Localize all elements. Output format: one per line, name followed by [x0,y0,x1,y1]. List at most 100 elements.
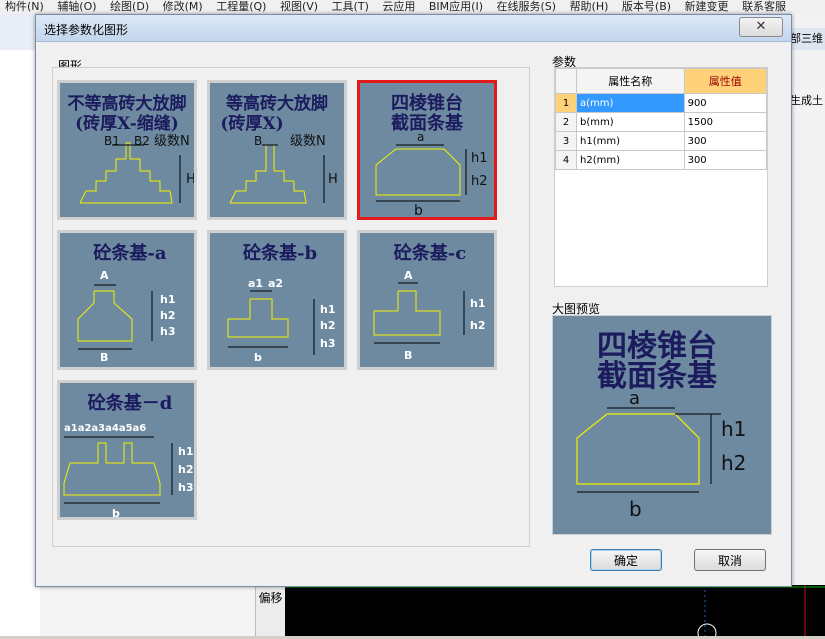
dialog-titlebar: 选择参数化图形 ✕ [36,15,791,42]
row-number: 1 [555,93,577,113]
menu-item[interactable]: 构件(N) [0,0,49,14]
dim-label: B2 [134,134,150,148]
cad-graphics [285,585,825,639]
menu-item[interactable]: 视图(V) [275,0,323,14]
param-name: h2(mm) [576,150,685,170]
app-menubar: 构件(N) 辅轴(O) 绘图(D) 修改(M) 工程量(Q) 视图(V) 工具(… [0,0,825,15]
menu-item[interactable]: BIM应用(I) [424,0,488,14]
tile-title: 不等高砖大放脚 [68,93,187,114]
dim-label: A [404,269,413,282]
param-name: h1(mm) [576,131,685,151]
table-row[interactable]: 1 a(mm) 900 [555,93,768,113]
dim-label: B1 [104,134,120,148]
params-grid[interactable]: 属性名称 属性值 1 a(mm) 900 2 b(mm) 1500 3 h1(m… [554,67,768,287]
large-preview: 四棱锥台 截面条基 a h1 h2 b [552,315,772,535]
dim-label: H [328,172,338,187]
dim-label: 级数N [154,134,190,149]
dim-label: h2 [160,309,176,322]
ok-button[interactable]: 确定 [590,549,662,571]
dim-label: h2 [471,174,488,189]
menu-item[interactable]: 新建变更 [680,0,734,14]
dim-label: B [254,134,262,148]
tile-title: 砼条基－d [88,392,173,414]
dim-label: B [404,349,412,362]
menu-item[interactable]: 工程量(Q) [211,0,271,14]
dim-label: b [112,507,120,520]
param-value[interactable]: 300 [683,150,768,170]
shape-tile-concrete-a[interactable]: 砼条基-a A h1 h2 h3 B [57,230,197,370]
tile-subtitle: (砖厚X-缩缝) [75,113,179,134]
param-value[interactable]: 300 [683,131,768,151]
dim-label: a [417,130,424,144]
dim-label: h1 [471,151,488,166]
row-number: 4 [555,150,577,170]
tile-title: 砼条基-b [243,242,317,264]
preview-dim-label: a [629,388,640,409]
menu-item[interactable]: 辅轴(O) [52,0,101,14]
menu-item[interactable]: 云应用 [377,0,420,14]
header-property-name: 属性名称 [576,68,685,94]
shape-tile-brick-equal[interactable]: 等高砖大放脚 (砖厚X) B 级数N H [207,80,347,220]
cancel-button[interactable]: 取消 [694,549,766,571]
preview-dim-label: h1 [721,417,746,441]
dim-label: h1 [470,297,486,310]
dim-label: h3 [160,325,176,338]
menu-item[interactable]: 帮助(H) [565,0,614,14]
dim-label: a1a2a3a4a5a6 [64,423,146,434]
right-panel: 部三维 生成土 [790,14,825,585]
table-row[interactable]: 4 h2(mm) 300 [555,150,768,170]
param-name: a(mm) [576,93,685,113]
dim-label: h1 [320,303,336,316]
menu-item[interactable]: 绘图(D) [105,0,154,14]
menu-item[interactable]: 联系客服 [737,0,791,14]
shape-tile-concrete-c[interactable]: 砼条基-c A h1 h2 B [357,230,497,370]
cad-canvas[interactable] [285,585,825,639]
dim-label: a1 [248,277,263,290]
shape-tile-frustum[interactable]: 四棱锥台 截面条基 a h1 h2 b [357,80,497,220]
dim-label: b [254,351,262,364]
dim-label: h2 [178,463,194,476]
preview-subtitle: 截面条基 [597,359,717,394]
table-row[interactable]: 2 b(mm) 1500 [555,112,768,132]
close-button[interactable]: ✕ [739,17,783,37]
shape-tile-concrete-b[interactable]: 砼条基-b a1 a2 h1 h2 h3 b [207,230,347,370]
tile-subtitle: (砖厚X) [220,113,283,134]
dim-label: H [186,172,196,187]
side-text: 生成土 [790,94,823,107]
dim-label: h3 [178,481,194,494]
dim-label: h1 [178,445,194,458]
dim-label: h1 [160,293,176,306]
dim-label: a2 [268,277,283,290]
dim-label: b [414,203,423,219]
shape-tile-concrete-d[interactable]: 砼条基－d a1a2a3a4a5a6 h1 h2 h3 b [57,380,197,520]
tile-title: 砼条基-a [93,242,166,264]
row-number: 2 [555,112,577,132]
preview-dim-label: h2 [721,451,746,475]
menu-item[interactable]: 工具(T) [327,0,374,14]
param-value[interactable]: 900 [683,93,768,113]
parametric-shape-dialog: 选择参数化图形 ✕ 图形 不等高砖大放脚 (砖厚X-缩缝) B1 B2 级数N … [35,14,792,587]
dim-label: h2 [470,319,486,332]
param-value[interactable]: 1500 [683,112,768,132]
param-name: b(mm) [576,112,685,132]
tile-subtitle: 截面条基 [391,112,464,134]
dim-label: A [100,269,109,282]
shape-tile-brick-unequal[interactable]: 不等高砖大放脚 (砖厚X-缩缝) B1 B2 级数N H [57,80,197,220]
bottom-panel [40,585,285,636]
table-row[interactable]: 3 h1(mm) 300 [555,131,768,151]
tile-title: 四棱锥台 [391,92,463,114]
side-tab[interactable]: 部三维 [790,28,825,50]
tile-title: 等高砖大放脚 [226,93,328,114]
menu-item[interactable]: 版本号(B) [617,0,676,14]
dim-label: B [100,351,108,364]
menu-item[interactable]: 修改(M) [158,0,208,14]
dim-label: h2 [320,319,336,332]
menu-item[interactable]: 在线服务(S) [491,0,561,14]
dim-label: h3 [320,337,336,350]
preview-dim-label: b [629,497,642,521]
tile-title: 砼条基-c [394,242,466,264]
dim-label: 级数N [290,134,326,149]
offset-tab[interactable]: 偏移 [255,585,285,636]
gallery-scrollbar[interactable]: ▲ ▼ [529,68,530,546]
header-corner [555,68,577,94]
